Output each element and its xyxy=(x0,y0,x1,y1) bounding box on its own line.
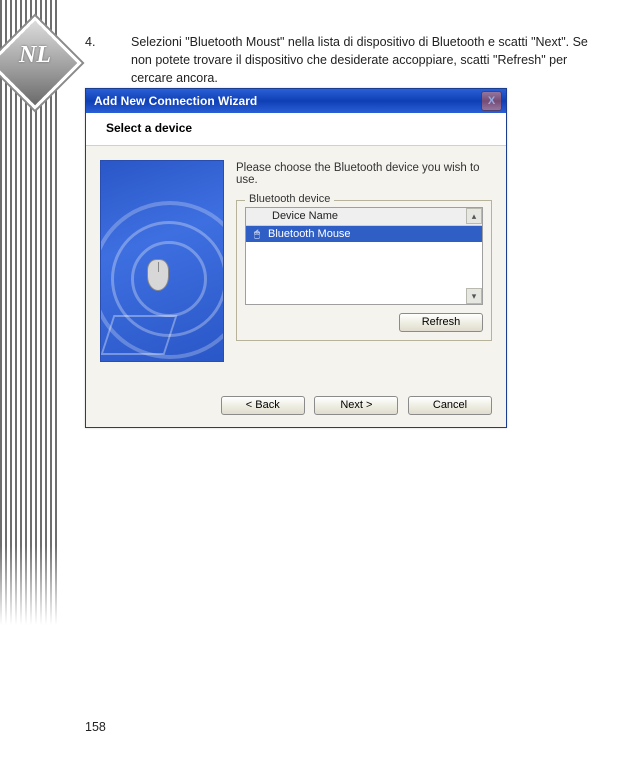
instruction-text: Selezioni "Bluetooth Moust" nella lista … xyxy=(131,33,595,87)
wizard-title: Add New Connection Wizard xyxy=(94,94,481,108)
page-binding-decor: NL xyxy=(0,0,70,625)
mouse-icon xyxy=(147,259,169,291)
instruction-number: 4. xyxy=(85,33,131,87)
wizard-prompt: Please choose the Bluetooth device you w… xyxy=(236,162,492,186)
cancel-button[interactable]: Cancel xyxy=(408,396,492,415)
wizard-titlebar: Add New Connection Wizard X xyxy=(86,89,506,113)
device-fieldset-legend: Bluetooth device xyxy=(245,193,334,205)
signal-ring-icon xyxy=(131,241,207,317)
instruction-block: 4. Selezioni "Bluetooth Moust" nella lis… xyxy=(85,33,595,87)
refresh-button[interactable]: Refresh xyxy=(399,313,483,332)
laptop-icon xyxy=(101,315,178,355)
device-list-header: Device Name xyxy=(246,208,482,226)
page-number: 158 xyxy=(85,720,106,734)
wizard-main-pane: Please choose the Bluetooth device you w… xyxy=(86,146,506,362)
scroll-down-button[interactable]: ▾ xyxy=(466,288,482,304)
device-row-selected[interactable]: 🖱 Bluetooth Mouse xyxy=(246,226,482,242)
mouse-device-icon: 🖱 xyxy=(246,229,268,240)
close-button[interactable]: X xyxy=(481,91,502,111)
device-fieldset: Bluetooth device Device Name 🖱 Bluetooth… xyxy=(236,200,492,341)
next-button[interactable]: Next > xyxy=(314,396,398,415)
wizard-subheader: Select a device xyxy=(86,113,506,146)
back-button[interactable]: < Back xyxy=(221,396,305,415)
wizard-right-pane: Please choose the Bluetooth device you w… xyxy=(236,160,492,362)
device-row-label: Bluetooth Mouse xyxy=(268,228,351,240)
device-list[interactable]: Device Name 🖱 Bluetooth Mouse ▴ ▾ xyxy=(245,207,483,305)
wizard-window: Add New Connection Wizard X Select a dev… xyxy=(85,88,507,428)
wizard-footer: < Back Next > Cancel xyxy=(86,386,506,427)
scroll-up-button[interactable]: ▴ xyxy=(466,208,482,224)
binding-fade xyxy=(0,545,58,625)
wizard-illustration xyxy=(100,160,224,362)
